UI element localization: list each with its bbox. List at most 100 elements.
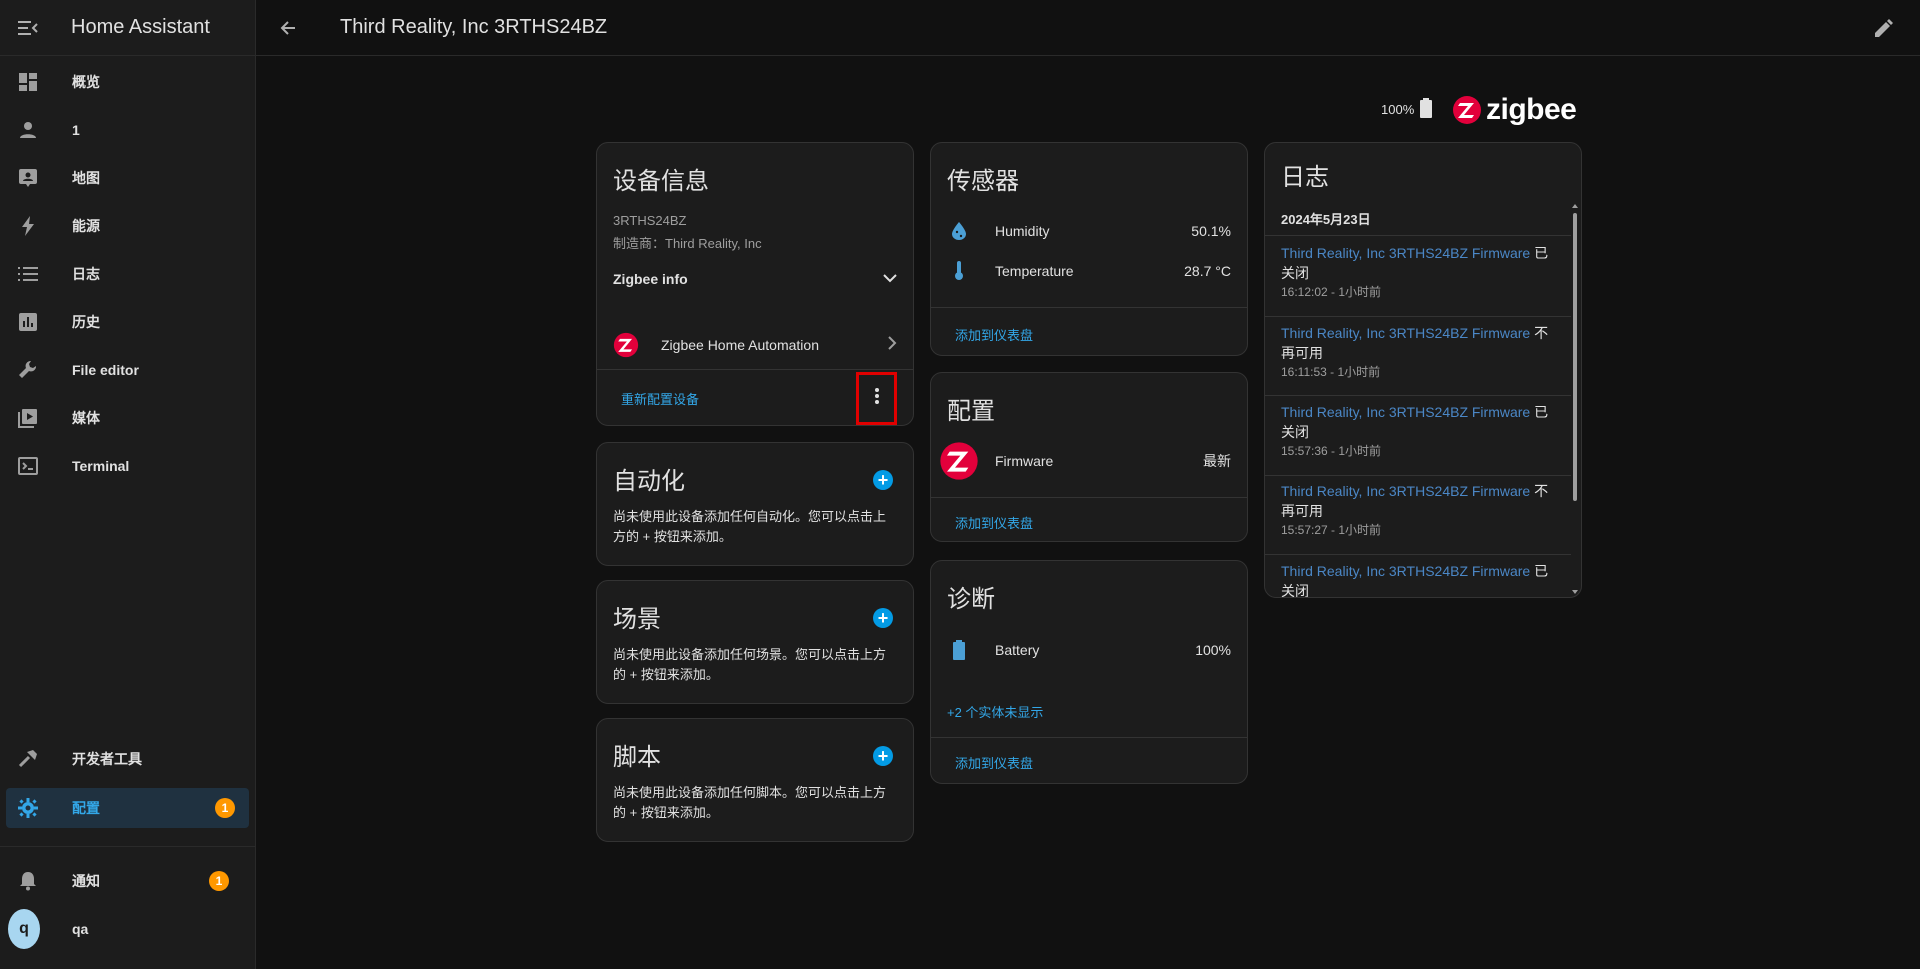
entity-row-temperature[interactable]: Temperature 28.7 °C bbox=[947, 259, 1231, 283]
log-divider bbox=[1265, 316, 1571, 317]
card-title: 配置 bbox=[947, 398, 995, 425]
sidebar-item-terminal[interactable]: Terminal bbox=[0, 442, 255, 490]
sidebar-item-energy[interactable]: 能源 bbox=[0, 202, 255, 250]
log-entry[interactable]: Third Reality, Inc 3RTHS24BZ Firmware 已 … bbox=[1281, 243, 1563, 301]
log-divider bbox=[1265, 554, 1571, 555]
entity-row-firmware[interactable]: Firmware 最新 bbox=[939, 441, 1231, 481]
integration-name: Zigbee Home Automation bbox=[661, 337, 819, 353]
configuration-card: 配置 Firmware 最新 添加到仪表盘 bbox=[930, 372, 1248, 542]
battery-indicator: 100% bbox=[1381, 98, 1433, 121]
add-to-dashboard-button[interactable]: 添加到仪表盘 bbox=[955, 513, 1033, 532]
lightning-icon bbox=[16, 214, 40, 238]
log-action: 不 bbox=[1530, 483, 1549, 499]
card-divider bbox=[597, 369, 913, 370]
entity-value: 最新 bbox=[1203, 453, 1231, 469]
battery-icon bbox=[947, 638, 971, 662]
sidebar-item-logbook[interactable]: 日志 bbox=[0, 250, 255, 298]
log-entry[interactable]: Third Reality, Inc 3RTHS24BZ Firmware 不 … bbox=[1281, 323, 1563, 381]
pencil-icon[interactable] bbox=[1872, 16, 1896, 40]
entity-value: 28.7 °C bbox=[1184, 263, 1231, 279]
sidebar-item-overview[interactable]: 概览 bbox=[0, 58, 255, 106]
card-title: 传感器 bbox=[947, 168, 1019, 195]
log-entry[interactable]: Third Reality, Inc 3RTHS24BZ Firmware 已 … bbox=[1281, 561, 1563, 598]
map-icon bbox=[16, 166, 40, 190]
reconfigure-device-button[interactable]: 重新配置设备 bbox=[621, 389, 699, 408]
log-action: 已 bbox=[1530, 563, 1549, 579]
entity-name: Humidity bbox=[995, 223, 1050, 239]
logbook-card: 日志 2024年5月23日 Third Reality, Inc 3RTHS24… bbox=[1264, 142, 1582, 598]
log-entry[interactable]: Third Reality, Inc 3RTHS24BZ Firmware 已 … bbox=[1281, 402, 1563, 460]
zigbee-info-label: Zigbee info bbox=[613, 271, 688, 287]
sidebar-item-label: 开发者工具 bbox=[72, 751, 142, 767]
sidebar-item-label: qa bbox=[72, 921, 89, 937]
sidebar-item-label: 配置 bbox=[72, 800, 100, 816]
log-time: 15:57:36 - 1小时前 bbox=[1281, 444, 1382, 458]
sidebar-item-settings[interactable]: 配置 1 bbox=[6, 788, 249, 828]
card-title: 诊断 bbox=[947, 586, 995, 613]
log-action-cont: 关闭 bbox=[1281, 583, 1309, 598]
dots-vertical-icon bbox=[874, 388, 879, 409]
main-content: Third Reality, Inc 3RTHS24BZ 100% zigbee… bbox=[256, 0, 1920, 969]
sidebar-item-label: 通知 bbox=[72, 873, 100, 889]
log-entity-link[interactable]: Third Reality, Inc 3RTHS24BZ Firmware bbox=[1281, 245, 1530, 261]
scrollbar-thumb[interactable] bbox=[1573, 213, 1577, 501]
zigbee-info-expander[interactable]: Zigbee info bbox=[613, 263, 897, 295]
entity-row-humidity[interactable]: Humidity 50.1% bbox=[947, 219, 1231, 243]
log-entity-link[interactable]: Third Reality, Inc 3RTHS24BZ Firmware bbox=[1281, 563, 1530, 579]
sidebar-nav: 概览 1 地图 能源 日志 历史 File editor 媒体 Terminal bbox=[0, 56, 255, 490]
logbook-scrollbar[interactable] bbox=[1571, 203, 1579, 595]
zigbee-logo: zigbee bbox=[1452, 93, 1577, 127]
chart-icon bbox=[16, 310, 40, 334]
add-script-button[interactable]: + bbox=[873, 746, 893, 766]
card-title: 设备信息 bbox=[613, 168, 709, 195]
entity-name: Firmware bbox=[995, 453, 1054, 469]
card-divider bbox=[931, 307, 1247, 308]
thermometer-icon bbox=[947, 259, 971, 283]
card-divider bbox=[931, 737, 1247, 738]
hammer-icon bbox=[16, 747, 40, 771]
sidebar-item-label: 日志 bbox=[72, 266, 100, 282]
battery-level: 100% bbox=[1381, 102, 1415, 117]
add-scene-button[interactable]: + bbox=[873, 608, 893, 628]
bell-icon bbox=[16, 869, 40, 893]
log-divider bbox=[1265, 395, 1571, 396]
log-action-cont: 再可用 bbox=[1281, 503, 1323, 519]
sidebar-item-notifications[interactable]: 通知 1 bbox=[0, 857, 255, 905]
sidebar-item-label: File editor bbox=[72, 362, 139, 378]
sensors-card: 传感器 Humidity 50.1% Temperature 28.7 °C 添… bbox=[930, 142, 1248, 356]
hidden-entities-link[interactable]: +2 个实体未显示 bbox=[947, 702, 1043, 721]
gear-icon bbox=[16, 796, 40, 820]
zigbee-icon bbox=[940, 442, 978, 480]
log-entity-link[interactable]: Third Reality, Inc 3RTHS24BZ Firmware bbox=[1281, 483, 1530, 499]
log-entity-link[interactable]: Third Reality, Inc 3RTHS24BZ Firmware bbox=[1281, 325, 1530, 341]
sidebar-item-media[interactable]: 媒体 bbox=[0, 394, 255, 442]
log-divider bbox=[1265, 475, 1571, 476]
page-title: Third Reality, Inc 3RTHS24BZ bbox=[340, 16, 608, 38]
menu-collapse-icon[interactable] bbox=[16, 16, 40, 40]
add-to-dashboard-button[interactable]: 添加到仪表盘 bbox=[955, 325, 1033, 344]
entity-row-battery[interactable]: Battery 100% bbox=[947, 638, 1231, 662]
battery-icon bbox=[1420, 98, 1433, 121]
log-entity-link[interactable]: Third Reality, Inc 3RTHS24BZ Firmware bbox=[1281, 404, 1530, 420]
card-title: 自动化 bbox=[613, 468, 685, 495]
sidebar-item-person[interactable]: 1 bbox=[0, 106, 255, 154]
add-to-dashboard-button[interactable]: 添加到仪表盘 bbox=[955, 753, 1033, 772]
more-options-button[interactable] bbox=[856, 372, 897, 425]
terminal-icon bbox=[16, 454, 40, 478]
integration-row[interactable]: Zigbee Home Automation bbox=[613, 321, 897, 369]
sidebar-item-developer-tools[interactable]: 开发者工具 bbox=[0, 735, 255, 783]
sidebar-item-label: 1 bbox=[72, 122, 80, 138]
sidebar-item-label: 地图 bbox=[72, 170, 100, 186]
sidebar-item-file-editor[interactable]: File editor bbox=[0, 346, 255, 394]
add-automation-button[interactable]: + bbox=[873, 470, 893, 490]
sidebar-item-history[interactable]: 历史 bbox=[0, 298, 255, 346]
sidebar-header: Home Assistant bbox=[0, 0, 255, 56]
script-empty-text: 尚未使用此设备添加任何脚本。您可以点击上方的 + 按钮来添加。 bbox=[613, 785, 887, 820]
back-arrow-icon[interactable] bbox=[276, 16, 300, 40]
person-icon bbox=[16, 118, 40, 142]
sidebar-item-profile[interactable]: q qa bbox=[0, 905, 255, 953]
notifications-badge: 1 bbox=[209, 871, 229, 891]
log-divider bbox=[1265, 235, 1571, 236]
log-entry[interactable]: Third Reality, Inc 3RTHS24BZ Firmware 不 … bbox=[1281, 481, 1563, 539]
sidebar-item-map[interactable]: 地图 bbox=[0, 154, 255, 202]
